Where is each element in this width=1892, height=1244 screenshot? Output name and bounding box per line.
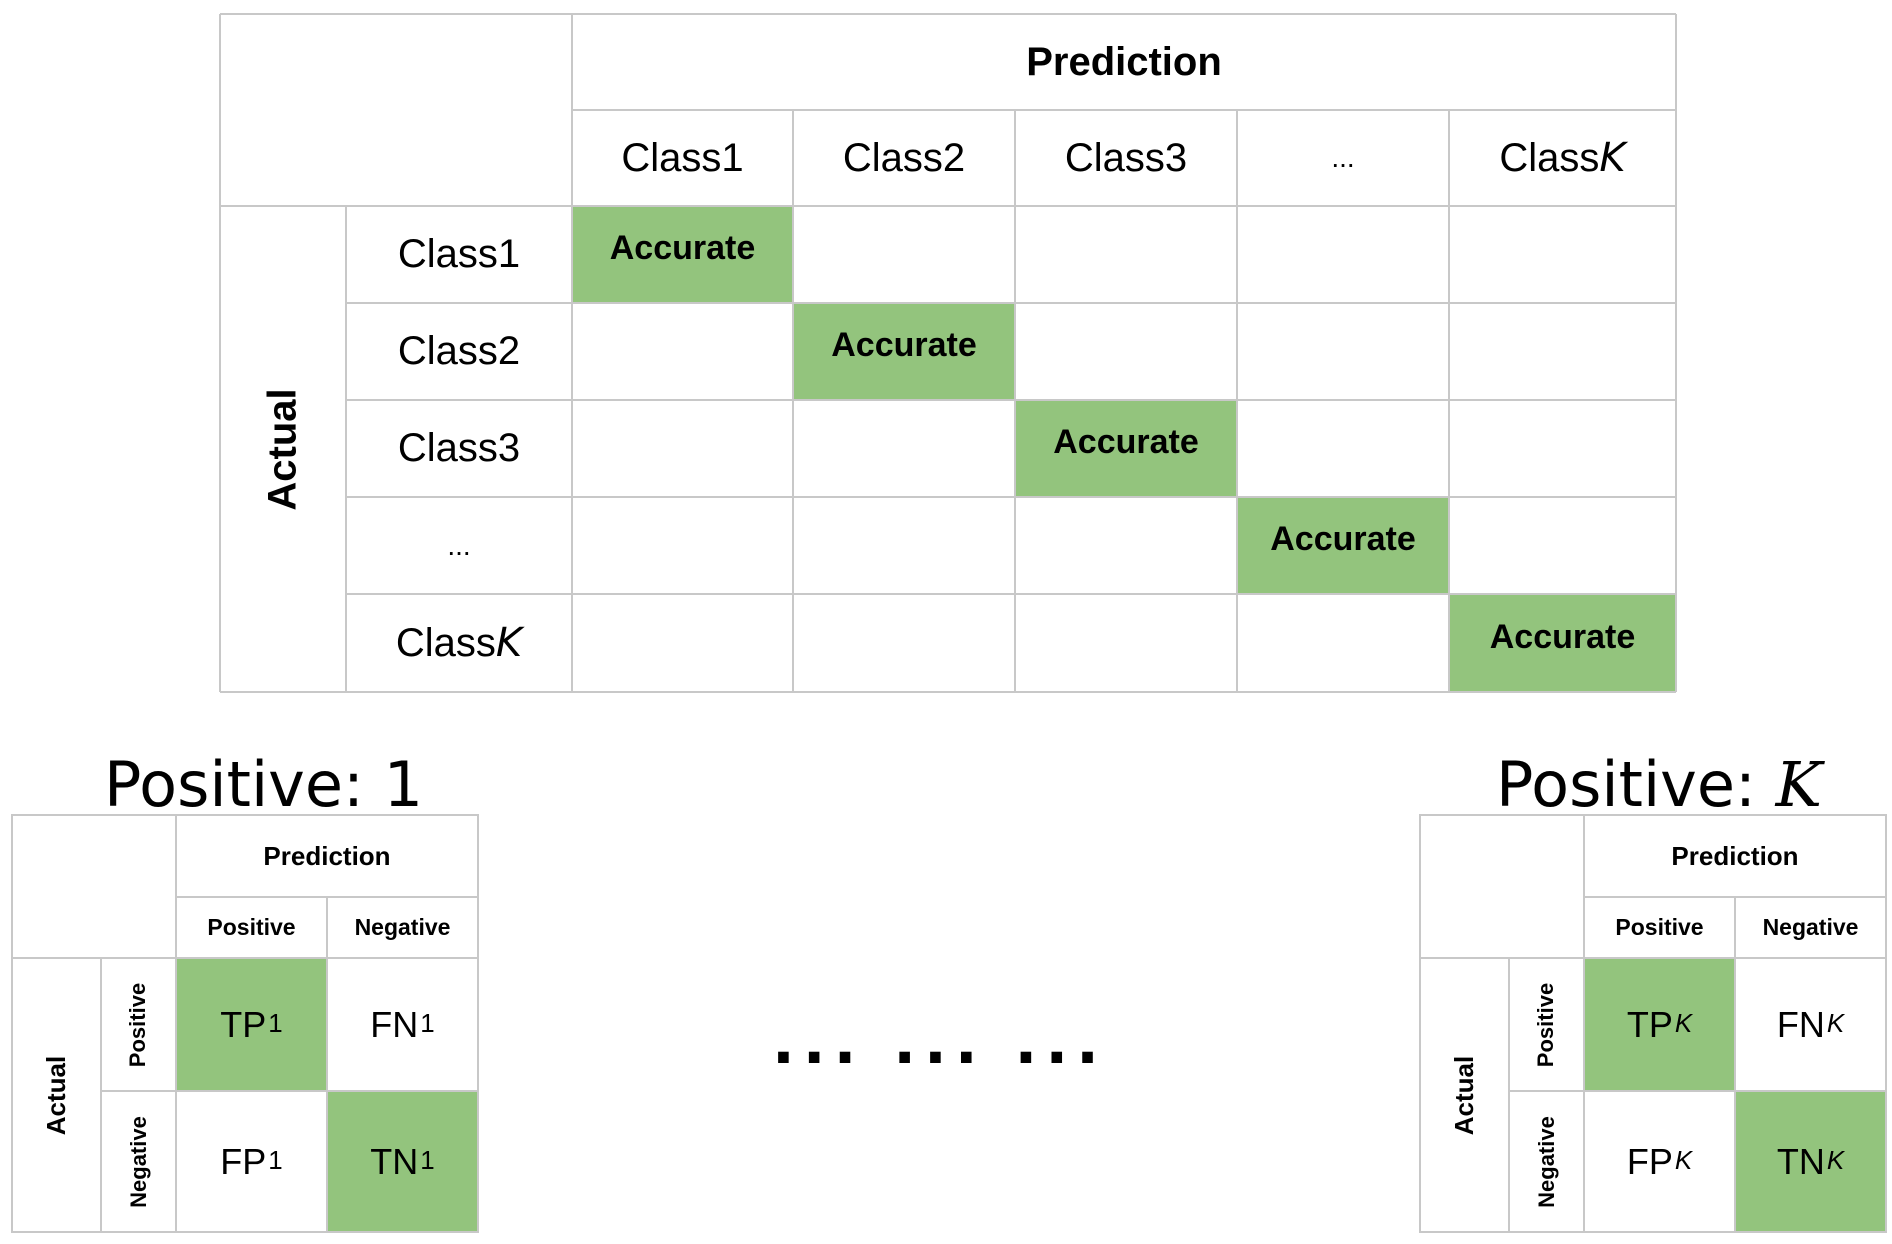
right-fp-cell: FP K	[1584, 1091, 1735, 1232]
right-actual-header: Actual	[1449, 1055, 1479, 1135]
right-fp-label: FP	[1626, 1140, 1673, 1182]
actual-header-cell: Actual	[220, 206, 346, 692]
right-tn-subscript: K	[1826, 1147, 1845, 1175]
prediction-header: Prediction	[1026, 39, 1222, 84]
right-row-negative-cell: Negative	[1509, 1091, 1584, 1232]
left-row-positive: Positive	[125, 982, 151, 1067]
accurate-cell-1: Accurate	[573, 207, 792, 302]
left-tn-label: TN	[370, 1140, 419, 1182]
row-header-5: Class K	[346, 594, 572, 692]
row-header-4: ...	[346, 497, 572, 594]
right-tp-subscript: K	[1674, 1010, 1693, 1038]
row-header-5-text: Class	[395, 620, 496, 665]
left-tp-cell: TP 1	[176, 958, 327, 1091]
left-tp-label: TP	[220, 1003, 267, 1045]
row-header-3-text: Class	[397, 426, 498, 470]
col-header-1: Class 1	[572, 110, 793, 206]
right-title-var: K	[1775, 748, 1822, 821]
right-tn-label: TN	[1776, 1140, 1825, 1182]
row-header-3: Class 3	[346, 400, 572, 497]
col-header-3: Class 3	[1015, 110, 1237, 206]
left-fn-cell: FN 1	[327, 958, 478, 1091]
col-header-2-text: Class	[842, 135, 943, 180]
right-col-positive: Positive	[1615, 914, 1704, 940]
right-row-negative: Negative	[1533, 1115, 1559, 1208]
right-tn-cell: TN K	[1735, 1091, 1886, 1232]
left-title-prefix: Positive:	[104, 748, 384, 821]
row-header-2: Class 2	[346, 303, 572, 400]
right-tp-cell: TP K	[1584, 958, 1735, 1091]
col-header-2-index: 2	[942, 135, 966, 180]
row-header-5-index: K	[495, 620, 523, 666]
left-fp-cell: FP 1	[176, 1091, 327, 1232]
left-tp-subscript: 1	[268, 1010, 283, 1038]
right-panel-title: Positive: K	[1496, 748, 1822, 821]
col-header-2: Class 2	[793, 110, 1015, 206]
right-row-positive: Positive	[1533, 982, 1559, 1067]
accurate-cell-4: Accurate	[1238, 498, 1448, 593]
right-prediction-header: Prediction	[1671, 840, 1799, 871]
row-header-1-index: 1	[497, 232, 521, 276]
col-header-5: Class K	[1449, 110, 1676, 206]
left-title-var: 1	[383, 748, 424, 821]
left-row-positive-cell: Positive	[101, 958, 176, 1091]
left-col-negative: Negative	[354, 914, 451, 940]
left-fp-label: FP	[220, 1140, 267, 1182]
right-fn-label: FN	[1776, 1003, 1825, 1045]
left-actual-header: Actual	[41, 1055, 71, 1135]
left-row-negative-cell: Negative	[101, 1091, 176, 1232]
right-fn-subscript: K	[1826, 1010, 1845, 1038]
ellipsis: ... ... ...	[772, 1008, 1107, 1078]
row-header-2-text: Class	[397, 329, 498, 373]
left-tn-subscript: 1	[420, 1147, 435, 1175]
col-header-3-text: Class	[1064, 135, 1165, 180]
accurate-cell-3: Accurate	[1016, 401, 1236, 496]
right-tp-label: TP	[1626, 1003, 1673, 1045]
right-fp-subscript: K	[1674, 1147, 1693, 1175]
left-panel-title: Positive: 1	[104, 748, 423, 821]
left-fn-label: FN	[370, 1003, 419, 1045]
row-header-1-text: Class	[397, 232, 498, 276]
row-header-3-index: 3	[497, 426, 521, 470]
row-header-1: Class 1	[346, 206, 572, 303]
right-actual-cell: Actual	[1420, 958, 1509, 1232]
col-header-1-text: Class	[621, 135, 722, 180]
col-header-4-text: ...	[1331, 142, 1355, 173]
accurate-cell-5: Accurate	[1450, 595, 1675, 691]
left-row-negative: Negative	[125, 1115, 151, 1208]
right-col-negative: Negative	[1762, 914, 1859, 940]
col-header-3-index: 3	[1164, 135, 1188, 180]
left-fp-subscript: 1	[268, 1147, 283, 1175]
col-header-5-text: Class	[1499, 135, 1600, 180]
right-row-positive-cell: Positive	[1509, 958, 1584, 1091]
col-header-5-index: K	[1599, 135, 1626, 181]
col-header-1-index: 1	[721, 135, 744, 180]
row-header-4-text: ...	[447, 529, 471, 561]
left-col-positive: Positive	[207, 914, 296, 940]
right-title-prefix: Positive:	[1496, 748, 1776, 821]
left-prediction-header: Prediction	[263, 840, 391, 871]
row-header-2-index: 2	[497, 329, 521, 373]
left-fn-subscript: 1	[420, 1010, 435, 1038]
accurate-cell-2: Accurate	[794, 304, 1014, 399]
left-actual-cell: Actual	[12, 958, 101, 1232]
col-header-4: ...	[1237, 110, 1449, 206]
right-fn-cell: FN K	[1735, 958, 1886, 1091]
actual-header: Actual	[260, 387, 305, 511]
left-tn-cell: TN 1	[327, 1091, 478, 1232]
